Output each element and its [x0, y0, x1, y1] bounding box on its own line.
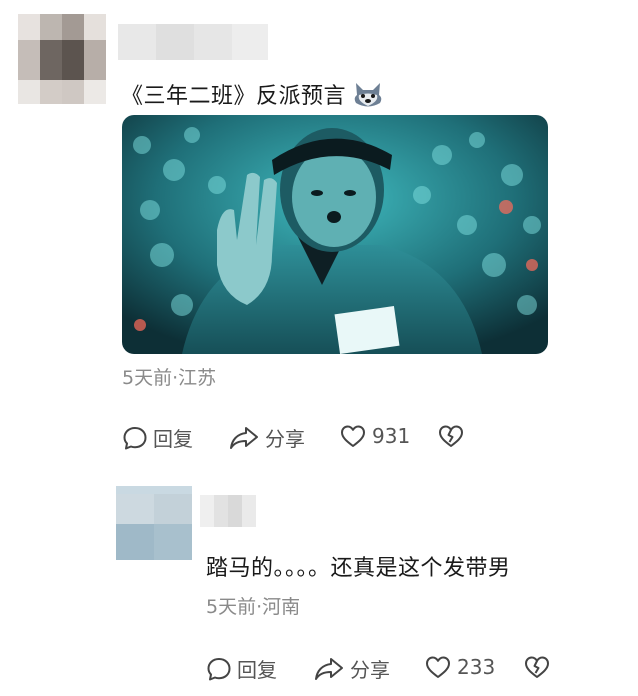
heart-icon [426, 656, 450, 678]
like-button[interactable]: 931 [339, 423, 410, 449]
share-arrow-icon [315, 657, 343, 680]
share-label: 分享 [265, 427, 305, 451]
reply-time-location: 5天前·河南 [206, 596, 301, 618]
comment-bubble-icon [123, 426, 147, 449]
comment-text-content: 《三年二班》反派预言 [121, 84, 347, 109]
like-count: 233 [457, 655, 496, 679]
reply-dislike-button[interactable] [523, 654, 551, 684]
heart-icon [341, 425, 365, 447]
comment-image[interactable] [122, 115, 548, 354]
time-location: 5天前·江苏 [122, 367, 217, 389]
dislike-button[interactable] [437, 423, 465, 453]
wolf-face-emoji-icon [352, 81, 384, 115]
share-button[interactable]: 分享 [228, 423, 305, 452]
like-count: 931 [372, 424, 411, 448]
reply-label: 回复 [237, 658, 277, 682]
reply-label: 回复 [153, 427, 193, 451]
reply-button[interactable]: 回复 [122, 423, 193, 452]
reply-comment-text: 踏马的。。。。还真是这个发带男 [206, 556, 511, 581]
share-label: 分享 [350, 658, 390, 682]
share-arrow-icon [230, 426, 258, 449]
comment-text: 《三年二班》反派预言 [121, 78, 384, 115]
reply-avatar[interactable] [116, 486, 192, 560]
avatar[interactable] [18, 14, 106, 104]
broken-heart-icon [439, 425, 463, 447]
reply-share-button[interactable]: 分享 [313, 654, 390, 683]
reply-reply-button[interactable]: 回复 [206, 654, 277, 683]
reply-username-blurred[interactable] [200, 495, 256, 527]
username-blurred[interactable] [118, 24, 268, 60]
broken-heart-icon [525, 656, 549, 678]
comment-bubble-icon [207, 657, 231, 680]
reply-like-button[interactable]: 233 [424, 654, 495, 680]
